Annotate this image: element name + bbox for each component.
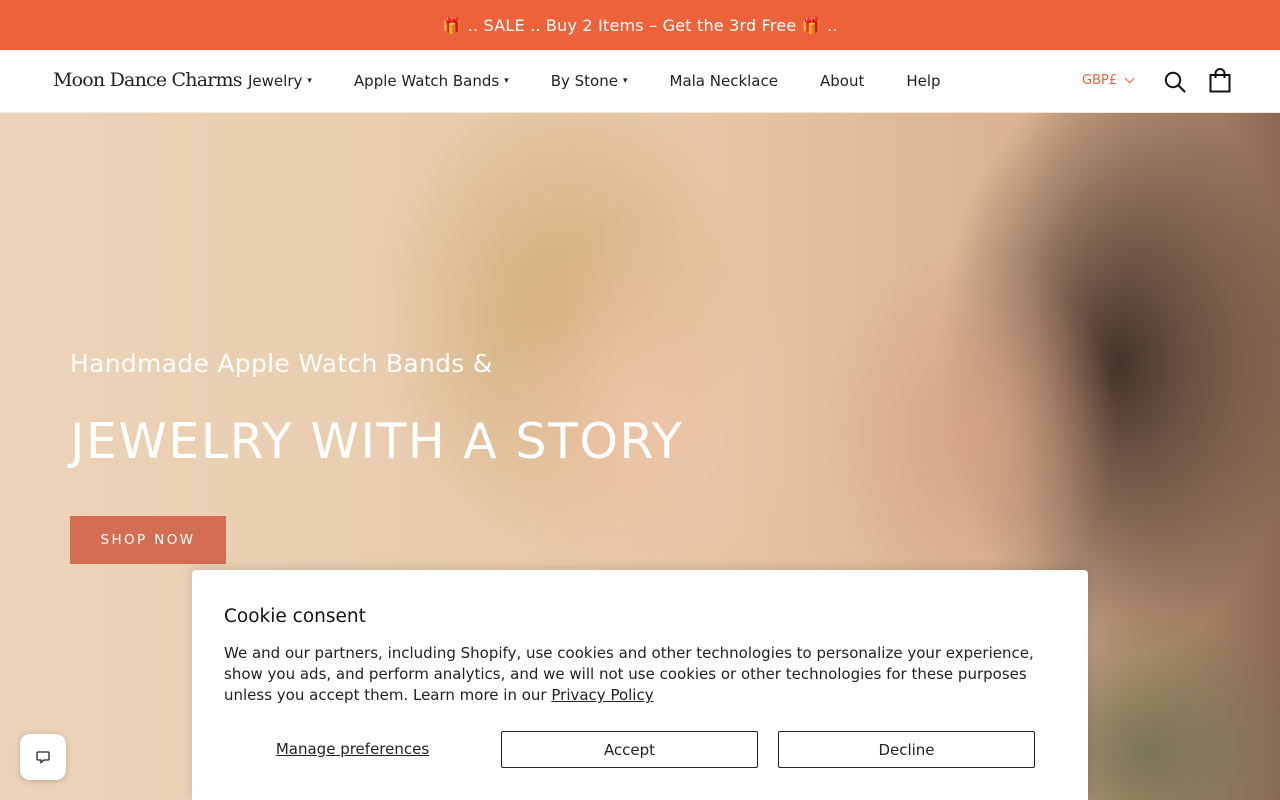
cookie-description: We and our partners, including Shopify, … bbox=[224, 643, 1054, 706]
currency-label: GBP£ bbox=[1082, 73, 1118, 88]
cookie-consent-banner: Cookie consent We and our partners, incl… bbox=[192, 570, 1088, 800]
privacy-policy-link[interactable]: Privacy Policy bbox=[551, 686, 653, 704]
hero-title: JEWELRY WITH A STORY bbox=[70, 413, 684, 470]
decline-button[interactable]: Decline bbox=[778, 731, 1035, 768]
chat-button[interactable] bbox=[20, 734, 66, 780]
hero-subtitle: Handmade Apple Watch Bands & bbox=[70, 349, 493, 378]
nav-label: About bbox=[819, 72, 865, 90]
chevron-down-icon bbox=[1124, 73, 1135, 84]
shopping-bag-icon[interactable] bbox=[1209, 68, 1231, 93]
nav-label: Jewelry bbox=[248, 72, 303, 90]
announcement-text: 🎁 .. SALE .. Buy 2 Items – Get the 3rd F… bbox=[442, 15, 838, 35]
nav-label: Apple Watch Bands bbox=[353, 72, 500, 90]
caret-down-icon: ▾ bbox=[622, 76, 628, 86]
logo[interactable]: Moon Dance Charms bbox=[53, 69, 242, 91]
caret-down-icon: ▾ bbox=[307, 76, 312, 86]
main-nav: Jewelry ▾ Apple Watch Bands ▾ By Stone ▾… bbox=[248, 50, 983, 112]
chat-icon bbox=[36, 751, 50, 764]
nav-item-jewelry[interactable]: Jewelry ▾ bbox=[248, 72, 312, 90]
caret-down-icon: ▾ bbox=[504, 76, 509, 86]
nav-label: Help bbox=[906, 72, 941, 90]
shop-now-button[interactable]: SHOP NOW bbox=[70, 516, 226, 564]
accept-button[interactable]: Accept bbox=[501, 731, 758, 768]
nav-item-about[interactable]: About bbox=[820, 72, 864, 90]
cookie-title: Cookie consent bbox=[224, 606, 366, 627]
manage-preferences-button[interactable]: Manage preferences bbox=[255, 731, 450, 767]
nav-item-apple-watch-bands[interactable]: Apple Watch Bands ▾ bbox=[354, 72, 509, 90]
nav-item-mala-necklace[interactable]: Mala Necklace bbox=[670, 72, 778, 90]
announcement-bar: 🎁 .. SALE .. Buy 2 Items – Get the 3rd F… bbox=[0, 0, 1280, 50]
currency-selector[interactable]: GBP£ bbox=[1082, 73, 1135, 88]
nav-label: By Stone bbox=[550, 72, 618, 90]
site-header: Moon Dance Charms Jewelry ▾ Apple Watch … bbox=[0, 50, 1280, 113]
nav-item-help[interactable]: Help bbox=[906, 72, 940, 90]
nav-label: Mala Necklace bbox=[669, 72, 778, 90]
search-icon[interactable] bbox=[1164, 71, 1186, 93]
nav-item-by-stone[interactable]: By Stone ▾ bbox=[551, 72, 628, 90]
